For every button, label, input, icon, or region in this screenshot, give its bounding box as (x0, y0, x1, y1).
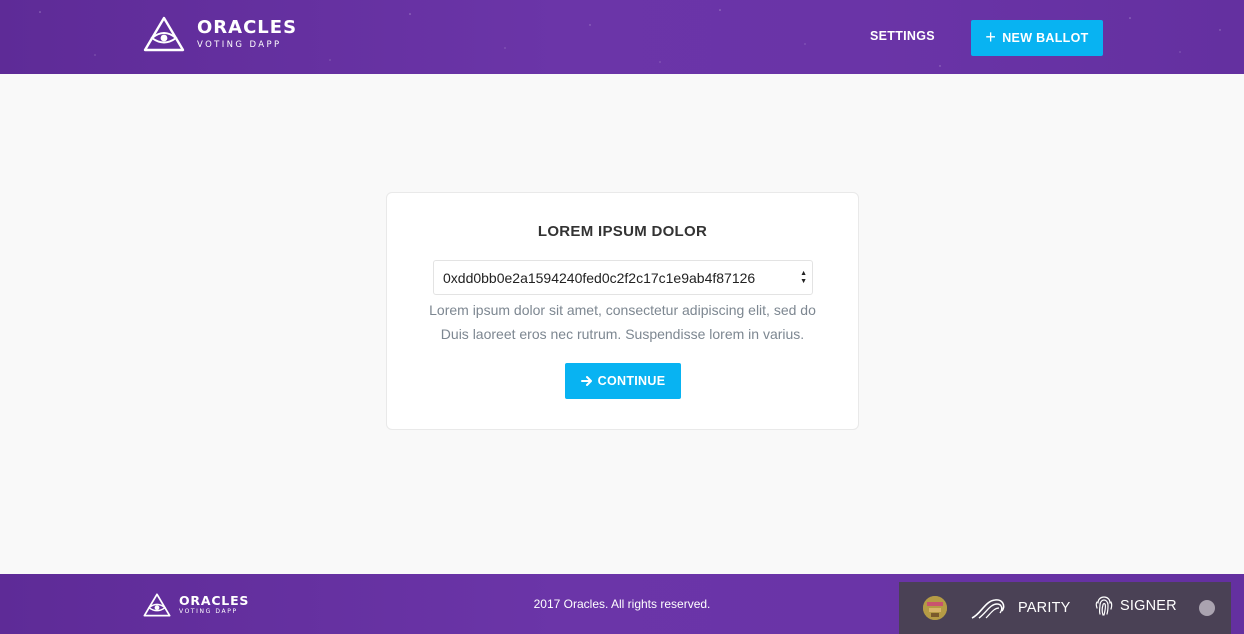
continue-label: CONTINUE (597, 374, 666, 388)
status-indicator[interactable] (1199, 600, 1215, 616)
card-description: Lorem ipsum dolor sit amet, consectetur … (387, 298, 858, 346)
plus-icon: + (985, 27, 997, 47)
address-select[interactable]: 0xdd0bb0e2a1594240fed0c2f2c17c1e9ab4f871… (433, 260, 813, 295)
logo-subtitle: VOTING DAPP (197, 39, 282, 50)
identicon-icon (923, 596, 947, 620)
arrow-right-icon (580, 376, 592, 386)
selected-address: 0xdd0bb0e2a1594240fed0c2f2c17c1e9ab4f871… (443, 269, 756, 286)
account-avatar[interactable] (923, 596, 947, 620)
logo-title: ORACLES (197, 16, 298, 38)
description-line: Duis laoreet eros nec rutrum. Suspendiss… (440, 326, 805, 342)
fingerprint-icon (1095, 596, 1113, 616)
new-ballot-button[interactable]: + NEW BALLOT (971, 20, 1103, 56)
continue-button[interactable]: CONTINUE (565, 363, 681, 399)
new-ballot-label: NEW BALLOT (1002, 31, 1089, 45)
app-logo[interactable]: ORACLES VOTING DAPP (143, 16, 297, 52)
signer-button[interactable]: SIGNER (1094, 595, 1177, 617)
select-arrows-icon: ▲ ▼ (800, 270, 807, 285)
parity-logo-icon (971, 599, 1005, 619)
parity-brand[interactable]: PARITY (969, 595, 1071, 621)
signer-label: SIGNER (1120, 598, 1177, 614)
header: ORACLES VOTING DAPP SETTINGS + NEW BALLO… (0, 0, 1244, 74)
card-title: LOREM IPSUM DOLOR (537, 223, 708, 240)
settings-link[interactable]: SETTINGS (870, 29, 935, 43)
eye-triangle-icon (143, 16, 185, 52)
select-key-card: LOREM IPSUM DOLOR 0xdd0bb0e2a1594240fed0… (386, 192, 859, 430)
parity-label: PARITY (1018, 600, 1071, 616)
description-line: Lorem ipsum dolor sit amet, consectetur … (429, 302, 816, 318)
parity-signer-bar: PARITY SIGNER (899, 582, 1231, 634)
